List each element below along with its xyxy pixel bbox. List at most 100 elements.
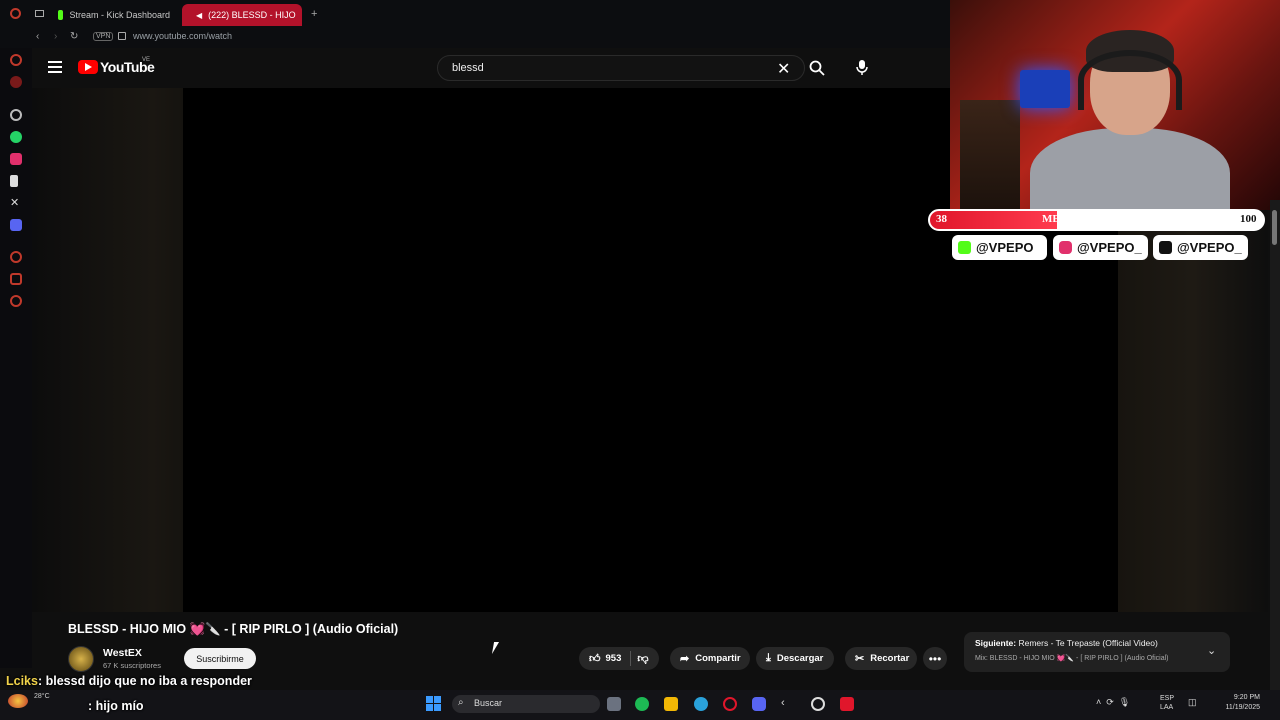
task-view-icon[interactable]	[607, 697, 621, 711]
chat-message: : hijo mío	[36, 699, 144, 713]
clear-search-icon[interactable]: ✕	[777, 59, 790, 79]
tab-overview-icon[interactable]	[35, 10, 44, 17]
download-icon: ⤓	[766, 652, 771, 664]
share-button[interactable]: ➦ Compartir	[670, 647, 750, 670]
language-indicator[interactable]: ESP LAA	[1160, 694, 1174, 712]
back-icon[interactable]: ‹	[36, 31, 39, 42]
up-next-title: Siguiente: Remers - Te Trepaste (Officia…	[975, 638, 1158, 648]
search-input[interactable]	[450, 61, 754, 75]
wifi-icon[interactable]: ◫	[1188, 697, 1197, 708]
youtube-logo-icon[interactable]	[78, 60, 98, 74]
speaker-icon[interactable]: ◀	[196, 11, 202, 20]
social-kick: @VPEPO	[952, 235, 1047, 260]
tiktok-icon[interactable]	[10, 175, 18, 187]
goal-current: 38	[936, 213, 947, 225]
kick-icon	[958, 241, 971, 254]
microphone-icon[interactable]	[852, 57, 872, 77]
system-tray-icons[interactable]: ˄ ⟳ 🎙︎	[1096, 697, 1130, 708]
scissors-icon: ✂	[855, 653, 865, 665]
opera-gx-icon[interactable]	[723, 697, 737, 711]
instagram-icon[interactable]	[10, 153, 22, 165]
settings-icon[interactable]	[10, 295, 22, 307]
obs-icon[interactable]	[811, 697, 825, 711]
tab-label: (222) BLESSD - HIJO	[208, 10, 296, 20]
mouse-cursor-icon	[491, 642, 500, 654]
clock-date[interactable]: 11/19/2025	[1210, 704, 1260, 711]
goal-target: 100	[1240, 213, 1257, 225]
social-handle: @VPEPO_	[1077, 240, 1142, 255]
like-button[interactable]: 👍︎ 953	[589, 652, 621, 665]
dislike-button[interactable]: 👎︎	[637, 652, 648, 665]
back-arrow-icon[interactable]: ‹	[781, 697, 795, 711]
share-label: Compartir	[695, 653, 741, 664]
video-ambient-left	[32, 88, 183, 612]
search-box	[437, 55, 805, 81]
vpn-badge[interactable]: VPN	[93, 32, 114, 41]
clip-button[interactable]: ✂ Recortar	[845, 647, 917, 670]
chevron-down-icon[interactable]: ⌄	[1207, 644, 1216, 657]
like-count: 953	[605, 653, 622, 664]
opera-logo-icon[interactable]	[10, 8, 21, 19]
lock-icon	[118, 32, 126, 40]
social-handle: @VPEPO	[976, 240, 1034, 255]
download-label: Descargar	[776, 653, 824, 664]
reload-icon[interactable]: ↻	[70, 31, 78, 42]
tiktok-live-icon[interactable]	[840, 697, 854, 711]
share-icon: ➦	[680, 653, 690, 665]
subscriber-count: 67 K suscriptores	[103, 661, 161, 670]
lang-bottom: LAA	[1160, 704, 1174, 711]
discord-icon[interactable]	[752, 697, 766, 711]
tiktok-icon	[1159, 241, 1172, 254]
subscribe-button[interactable]: Suscribirme	[184, 648, 256, 669]
chat-text: : blessd dijo que no iba a responder	[37, 674, 252, 688]
thumbs-up-icon: 👍︎	[589, 653, 601, 665]
social-tiktok: @VPEPO_	[1153, 235, 1248, 260]
menu-icon[interactable]	[48, 61, 62, 73]
country-code: VE	[142, 57, 151, 63]
file-explorer-icon[interactable]	[664, 697, 678, 711]
sidebar-red-icon[interactable]	[10, 54, 22, 66]
x-icon[interactable]: ✕	[10, 196, 22, 209]
history-icon[interactable]	[10, 251, 22, 263]
forward-icon[interactable]: ›	[54, 31, 57, 42]
like-dislike-group: 👍︎ 953 👎︎	[579, 647, 659, 670]
windows-start-icon[interactable]	[426, 696, 441, 711]
browser-tab-bar: Stream - Kick Dashboard ◀ (222) BLESSD -…	[0, 0, 950, 28]
up-next-playlist: Mix: BLESSD - HIJO MIO 💓🔪 - [ RIP PIRLO …	[975, 655, 1169, 662]
up-next-video[interactable]: Remers - Te Trepaste (Official Video)	[1018, 638, 1157, 648]
page-scrollbar[interactable]	[1270, 200, 1280, 690]
tab-label: Stream - Kick Dashboard	[69, 10, 170, 20]
spotify-icon[interactable]	[635, 697, 649, 711]
whatsapp-icon[interactable]	[10, 131, 22, 143]
taskbar-search-label: Buscar	[474, 698, 503, 708]
clip-label: Recortar	[870, 653, 910, 664]
new-tab-button[interactable]: +	[311, 8, 317, 20]
tab-youtube-video[interactable]: ◀ (222) BLESSD - HIJO	[182, 4, 302, 26]
channel-name[interactable]: WestEX	[103, 647, 142, 659]
thumbs-down-icon: 👎︎	[637, 653, 649, 665]
url-field[interactable]: www.youtube.com/watch	[133, 31, 232, 41]
clock-time[interactable]: 9:20 PM	[1210, 694, 1260, 701]
social-handle: @VPEPO_	[1177, 240, 1242, 255]
telegram-icon[interactable]	[694, 697, 708, 711]
tab-kick-dashboard[interactable]: Stream - Kick Dashboard	[50, 4, 178, 26]
more-actions-button[interactable]: •••	[923, 647, 947, 670]
search-icon[interactable]	[808, 59, 826, 77]
video-title: BLESSD - HIJO MIO 💓🔪 - [ RIP PIRLO ] (Au…	[68, 622, 399, 636]
scrollbar-thumb[interactable]	[1272, 210, 1277, 245]
sidebar-aria-icon[interactable]	[10, 76, 22, 88]
social-instagram: @VPEPO_	[1053, 235, 1148, 260]
chat-text: : hijo mío	[88, 699, 144, 713]
up-next-prefix: Siguiente:	[975, 638, 1017, 648]
chatgpt-icon[interactable]	[10, 109, 22, 121]
lang-top: ESP	[1160, 695, 1175, 702]
download-button[interactable]: ⤓ Descargar	[756, 647, 834, 670]
browser-sidebar: ✕	[0, 48, 32, 668]
chat-message: Lciks: blessd dijo que no iba a responde…	[6, 674, 252, 688]
goal-progress-fill	[930, 211, 1057, 229]
goal-label: ME TIÑO EL PELO	[1042, 213, 1140, 225]
discord-icon[interactable]	[10, 219, 22, 231]
channel-avatar[interactable]	[68, 646, 94, 672]
instagram-icon	[1059, 241, 1072, 254]
pinboard-icon[interactable]	[10, 273, 22, 285]
